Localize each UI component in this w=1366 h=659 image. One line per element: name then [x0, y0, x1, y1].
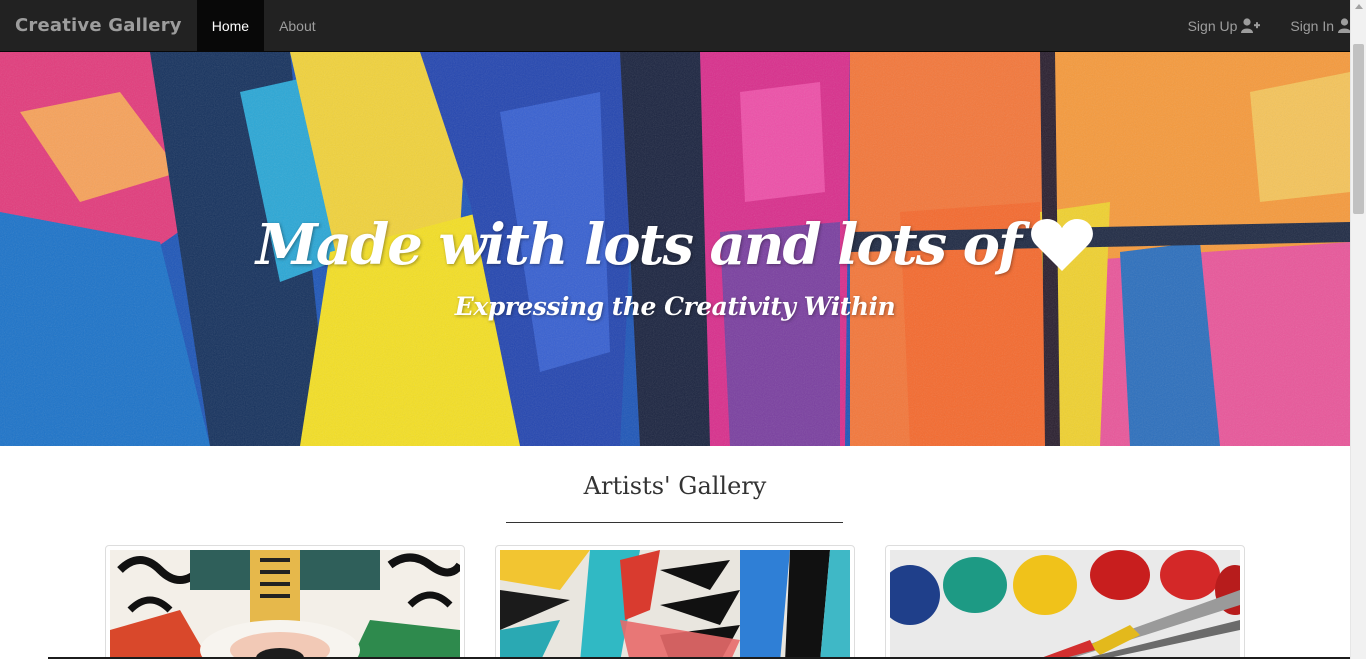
brand-logo[interactable]: Creative Gallery	[0, 0, 197, 52]
hero-banner: Made with lots and lots of Expressing th…	[0, 52, 1350, 446]
gallery-divider	[506, 522, 843, 523]
gallery-title: Artists' Gallery	[583, 472, 767, 500]
scroll-thumb[interactable]	[1353, 44, 1364, 214]
gallery-card-1-image	[110, 550, 460, 659]
user-plus-icon	[1241, 18, 1261, 33]
nav-about-link[interactable]: About	[264, 0, 331, 52]
top-navbar: Creative Gallery Home About Sign Up Sign…	[0, 0, 1366, 52]
hero-subtitle: Expressing the Creativity Within	[454, 291, 896, 321]
scroll-up-arrow-icon[interactable]	[1355, 4, 1363, 9]
gallery-card-2-image	[500, 550, 850, 659]
nav-home-link[interactable]: Home	[196, 0, 265, 52]
hero-text-block: Made with lots and lots of Expressing th…	[0, 52, 1350, 446]
nav-right-group: Sign Up Sign In	[1173, 0, 1366, 52]
sign-up-link[interactable]: Sign Up	[1173, 0, 1276, 52]
sign-up-label: Sign Up	[1187, 17, 1238, 34]
gallery-card-3[interactable]	[885, 545, 1245, 659]
gallery-card-3-image	[890, 550, 1240, 659]
gallery-card-1[interactable]	[105, 545, 465, 659]
sign-in-label: Sign In	[1290, 17, 1334, 34]
page-scrollbar[interactable]	[1350, 0, 1366, 659]
heart-icon	[1031, 218, 1094, 271]
gallery-card-2[interactable]	[495, 545, 855, 659]
hero-title: Made with lots and lots of	[256, 212, 1094, 278]
hero-title-text: Made with lots and lots of	[255, 211, 1022, 278]
